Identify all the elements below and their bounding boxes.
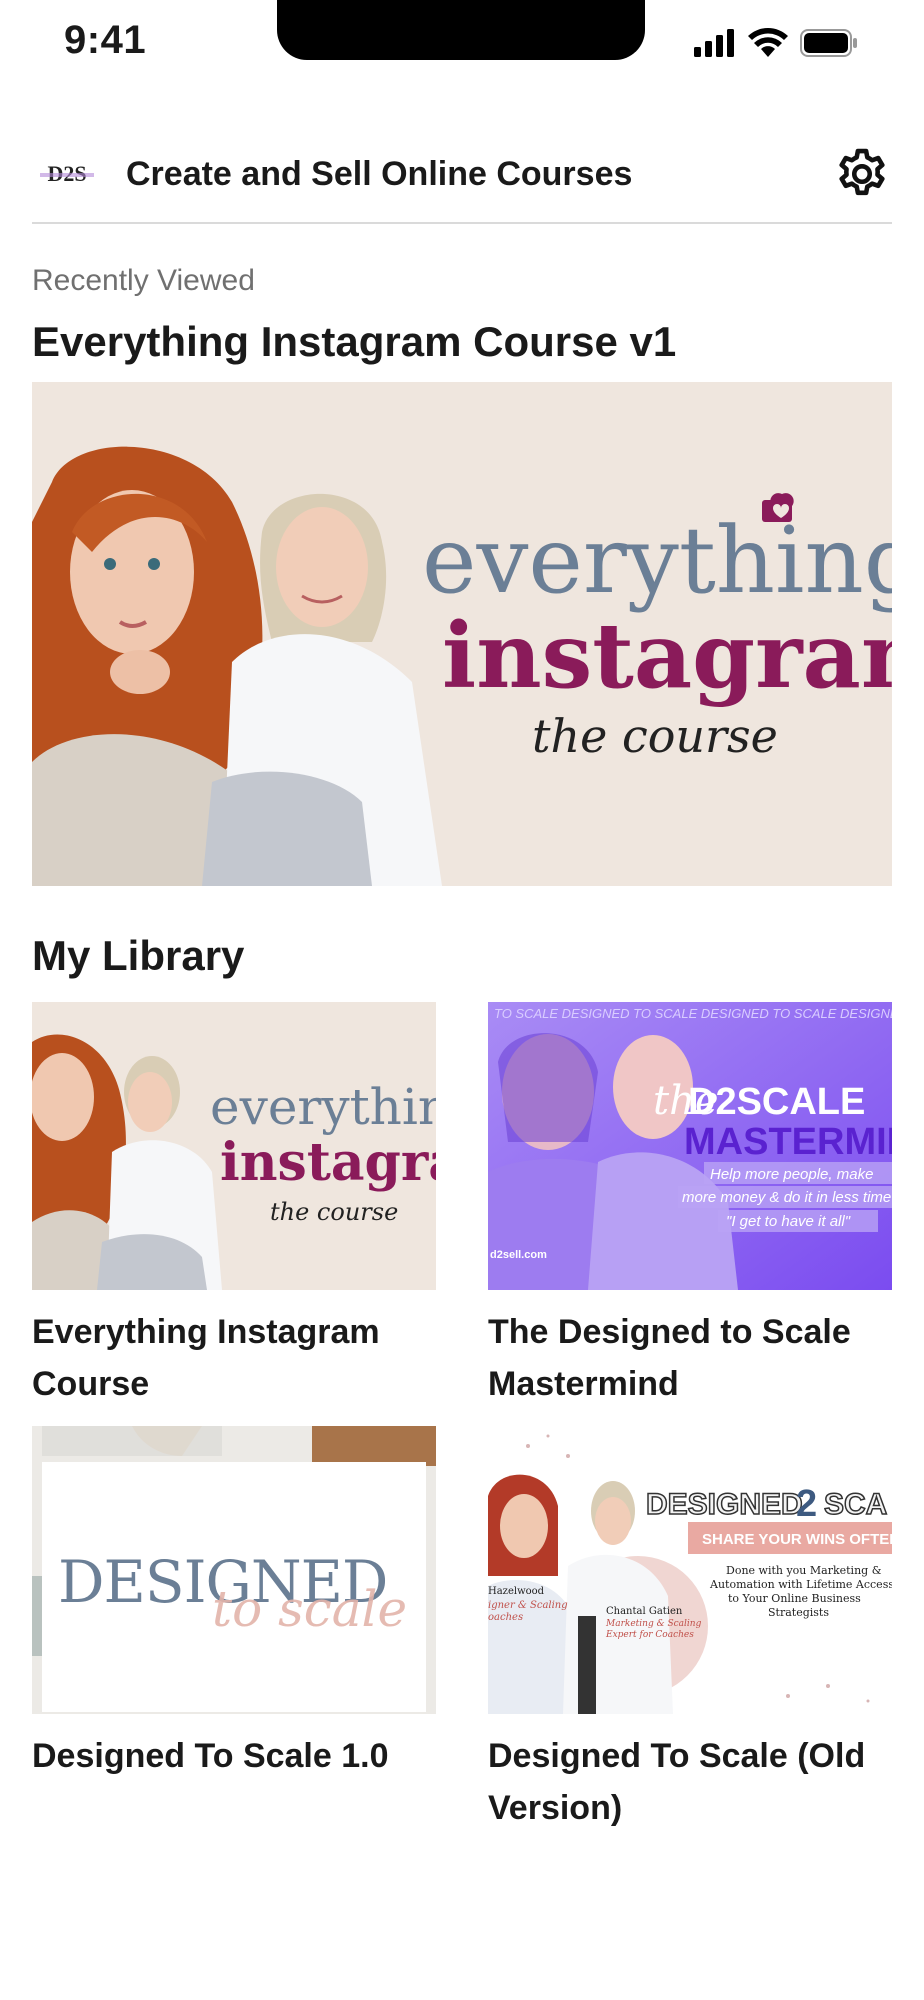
- card4-art-right-role1: Marketing & Scaling: [605, 1619, 702, 1629]
- card4-art-right-role2: Expert for Coaches: [605, 1630, 694, 1640]
- card2-art-tag2: more money & do it in less time: [682, 1189, 891, 1206]
- course-thumbnail: TO SCALE DESIGNED TO SCALE DESIGNED TO S…: [488, 1002, 892, 1290]
- header-divider: [32, 222, 892, 224]
- wifi-icon: [748, 28, 788, 57]
- card4-art-left-role2: oaches: [488, 1612, 523, 1623]
- card1-art-line2: instagra: [220, 1132, 436, 1193]
- recently-viewed-title[interactable]: Everything Instagram Course v1: [32, 318, 676, 366]
- battery-icon: [800, 29, 857, 57]
- hero-art-line3: the course: [532, 709, 778, 763]
- card4-art-line1: DESIGNED: [646, 1488, 803, 1521]
- hero-art-line2: instagram: [442, 603, 892, 709]
- card1-art-line1: everythin: [210, 1078, 436, 1136]
- status-time: 9:41: [64, 18, 147, 62]
- library-card-designed-to-scale-old[interactable]: DESIGNED 2 SCA SHARE YOUR WINS OFTEN Don…: [488, 1426, 892, 1834]
- course-title: Everything Instagram Course: [32, 1313, 380, 1403]
- course-thumbnail: everythin instagra the course: [32, 1002, 436, 1290]
- card4-art-right-name: Chantal Gatien: [606, 1606, 683, 1617]
- card2-art-line2: MASTERMIN: [684, 1121, 892, 1163]
- course-title: Designed To Scale 1.0: [32, 1737, 389, 1775]
- hero-art-line1: everything: [422, 507, 892, 614]
- camera-notch: [277, 0, 645, 60]
- library-card-designed-to-scale-1[interactable]: DESIGNED to scale Designed To Scale 1.0: [32, 1426, 436, 1782]
- header-title: Create and Sell Online Courses: [126, 154, 633, 193]
- card1-art-line3: the course: [270, 1198, 398, 1226]
- recently-viewed-label: Recently Viewed: [32, 264, 255, 297]
- library-card-everything-instagram[interactable]: everythin instagra the course Everything…: [32, 1002, 436, 1410]
- card2-art-line1: D2SCALE: [688, 1081, 865, 1123]
- card4-art-left-role1: igner & Scaling: [488, 1600, 568, 1611]
- course-thumbnail: DESIGNED 2 SCA SHARE YOUR WINS OFTEN Don…: [488, 1426, 892, 1714]
- app-header: D2S Create and Sell Online Courses: [32, 124, 892, 224]
- d2s-logo: D2S: [32, 154, 102, 194]
- card4-art-blurb2: Automation with Lifetime Access: [709, 1578, 892, 1591]
- cellular-signal-icon: [694, 29, 734, 57]
- card2-art-tag3: "I get to have it all": [726, 1213, 851, 1230]
- recently-viewed-course-image[interactable]: everything instagram the course: [32, 382, 892, 886]
- logo-text: D2S: [47, 161, 87, 186]
- status-bar: 9:41: [0, 0, 924, 80]
- card4-art-blurb3: to Your Online Business: [728, 1592, 861, 1605]
- card2-art-url: d2sell.com: [490, 1249, 547, 1261]
- card4-art-blurb1: Done with you Marketing &: [726, 1564, 882, 1577]
- library-card-designed-to-scale-mastermind[interactable]: TO SCALE DESIGNED TO SCALE DESIGNED TO S…: [488, 1002, 892, 1410]
- card4-art-banner: SHARE YOUR WINS OFTEN: [702, 1531, 892, 1548]
- course-thumbnail: DESIGNED to scale: [32, 1426, 436, 1714]
- card3-art-line2: to scale: [212, 1580, 407, 1638]
- card2-art-ticker: TO SCALE DESIGNED TO SCALE DESIGNED TO S…: [494, 1006, 892, 1021]
- card4-art-line1c: SCA: [824, 1488, 887, 1521]
- card4-art-blurb4: Strategists: [768, 1606, 829, 1619]
- course-title: The Designed to Scale Mastermind: [488, 1313, 851, 1403]
- my-library-title: My Library: [32, 932, 245, 979]
- card4-art-line1b: 2: [796, 1483, 817, 1525]
- card2-art-tag1: Help more people, make: [710, 1166, 873, 1183]
- settings-button[interactable]: [832, 144, 892, 204]
- hero-artwork: everything instagram the course: [32, 382, 892, 886]
- status-icons: [694, 28, 858, 58]
- card4-art-left-name: Hazelwood: [488, 1586, 545, 1597]
- gear-icon: [839, 148, 885, 196]
- course-title: Designed To Scale (Old Version): [488, 1737, 866, 1827]
